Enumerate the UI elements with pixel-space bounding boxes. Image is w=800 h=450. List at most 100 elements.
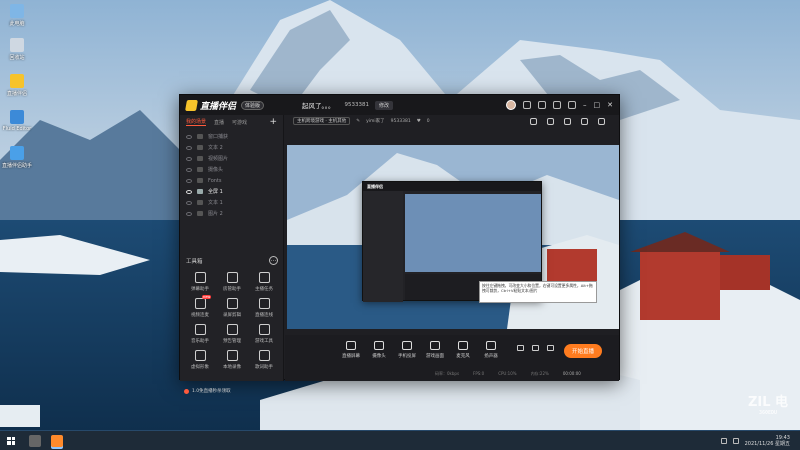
eye-icon[interactable] bbox=[186, 156, 192, 161]
live-companion-taskbar-icon[interactable] bbox=[51, 434, 63, 447]
eye-icon[interactable] bbox=[186, 167, 192, 172]
speaker-icon bbox=[486, 341, 496, 350]
list-item[interactable]: 视频图片 bbox=[180, 153, 283, 164]
list-item[interactable]: 文本 1 bbox=[180, 197, 283, 208]
eye-icon[interactable] bbox=[186, 134, 192, 139]
speaker-button[interactable]: 扬声器 bbox=[477, 341, 505, 359]
game-capture-button[interactable]: 游戏画面 bbox=[421, 341, 449, 359]
settings-icon[interactable] bbox=[538, 101, 546, 109]
main-area: 主机跨境游戏 · 主机其他 ✎ yimi家了 9533381 ♥ 0 直播伴侣 … bbox=[285, 115, 619, 381]
calendar-icon bbox=[226, 324, 238, 335]
eye-icon[interactable] bbox=[186, 145, 192, 150]
record-icon bbox=[226, 350, 238, 361]
tool-live-connect[interactable]: 直播连线 bbox=[248, 298, 280, 318]
add-scene-icon[interactable]: + bbox=[269, 117, 277, 127]
eye-icon[interactable] bbox=[186, 200, 192, 205]
desktop-icon-fluid-editor[interactable]: Fluid Editor bbox=[2, 110, 32, 132]
maximize-icon[interactable]: □ bbox=[594, 101, 601, 109]
desktop-icon-live-companion[interactable]: 直播伴侣 bbox=[2, 74, 32, 97]
bell-icon[interactable] bbox=[581, 117, 588, 125]
list-item[interactable]: 文本 2 bbox=[180, 142, 283, 153]
menu-icon[interactable] bbox=[568, 101, 576, 109]
edit-icon[interactable]: ✎ bbox=[356, 119, 360, 124]
desktop-icon-recycle-bin[interactable]: 回收站 bbox=[2, 38, 32, 61]
phone-cast-icon bbox=[402, 341, 412, 350]
message-icon[interactable] bbox=[523, 101, 531, 109]
logo-icon bbox=[185, 99, 198, 111]
sidebar-footer[interactable]: 1.0免直播秒杀领取 bbox=[184, 388, 231, 394]
tool-room-manager[interactable]: 房管助手 bbox=[216, 272, 248, 292]
toolbox-header: 工具箱 … bbox=[186, 256, 278, 265]
share-icon[interactable] bbox=[564, 117, 571, 125]
list-item[interactable]: 摄像头 bbox=[180, 164, 283, 175]
mic-icon bbox=[458, 341, 468, 350]
tool-anchor-task[interactable]: 主播任务 bbox=[248, 272, 280, 292]
settings-icon[interactable] bbox=[598, 117, 605, 125]
title-bar[interactable]: 直播伴侣 体验版 起风了。。。 9533381 修改 – □ ✕ bbox=[180, 95, 619, 115]
video-icon[interactable] bbox=[517, 345, 524, 351]
close-icon[interactable]: ✕ bbox=[607, 101, 613, 109]
eye-icon[interactable] bbox=[186, 211, 192, 216]
task-icon bbox=[258, 272, 270, 283]
like-count: 0 bbox=[426, 118, 430, 124]
eye-icon[interactable] bbox=[186, 178, 192, 183]
tool-schedule[interactable]: 预告管理 bbox=[216, 324, 248, 344]
toolbox-title: 工具箱 bbox=[186, 258, 203, 265]
tool-barrage-assistant[interactable]: 弹幕助手 bbox=[184, 272, 216, 292]
record-icon[interactable] bbox=[532, 345, 539, 351]
windows-start-icon[interactable] bbox=[7, 436, 15, 445]
camera-button[interactable]: 摄像头 bbox=[365, 341, 393, 359]
desktop-icon-assistant[interactable]: 直播伴侣助手 bbox=[2, 146, 32, 169]
category-tag[interactable]: 主机跨境游戏 · 主机其他 bbox=[293, 117, 351, 125]
tab-my-scenes[interactable]: 我的场景 bbox=[186, 118, 207, 126]
source-icon bbox=[197, 211, 203, 216]
clock[interactable]: 19:43 2021/11/26 星期五 bbox=[745, 435, 790, 447]
network-icon[interactable] bbox=[720, 437, 727, 444]
list-item[interactable]: 窗口捕获 bbox=[180, 131, 283, 142]
microphone-button[interactable]: 麦克风 bbox=[449, 341, 477, 359]
file-explorer-icon[interactable] bbox=[29, 434, 41, 447]
play-icon bbox=[430, 341, 440, 350]
minimize-icon[interactable]: – bbox=[583, 101, 587, 109]
app-name: 直播伴侣 bbox=[200, 101, 237, 112]
mail-icon[interactable] bbox=[553, 101, 561, 109]
tool-screen-clip[interactable]: 录屏剪辑 bbox=[216, 298, 248, 318]
settings-icon[interactable] bbox=[547, 345, 554, 351]
avatar[interactable] bbox=[506, 100, 516, 110]
list-item[interactable]: 图片 2 bbox=[180, 208, 283, 219]
anchor-id: 9533381 bbox=[390, 118, 411, 124]
tab-live[interactable]: 直播 bbox=[214, 119, 224, 126]
app-shortcut-icon bbox=[10, 74, 24, 88]
list-item[interactable]: Fonts bbox=[180, 175, 283, 186]
tool-virtual-avatar[interactable]: 虚拟形象 bbox=[184, 350, 216, 370]
recycle-bin-icon bbox=[10, 38, 24, 52]
tool-local-record[interactable]: 本地录像 bbox=[216, 350, 248, 370]
desktop-icon-computer[interactable]: 此电脑 bbox=[2, 4, 32, 27]
phone-cast-button[interactable]: 手机投屏 bbox=[393, 341, 421, 359]
start-live-button[interactable]: 开始直播 bbox=[564, 344, 603, 358]
tool-game[interactable]: 游戏工具 bbox=[248, 324, 280, 344]
taskbar: 19:43 2021/11/26 星期五 bbox=[0, 431, 800, 450]
system-tray: 19:43 2021/11/26 星期五 bbox=[720, 435, 790, 447]
tool-lyrics[interactable]: 歌词助手 bbox=[248, 350, 280, 370]
list-item[interactable]: 全屏 1 bbox=[180, 186, 283, 197]
gift-icon[interactable] bbox=[530, 117, 537, 125]
scene-list: 窗口捕获 文本 2 视频图片 摄像头 Fonts 全屏 1 文本 1 图片 2 bbox=[180, 129, 283, 219]
room-title[interactable]: 起风了。。。 bbox=[302, 100, 335, 110]
edit-room-button[interactable]: 修改 bbox=[375, 100, 394, 110]
live-preview[interactable]: 直播伴侣 按住左键拖拽，可改变大小和位置，右键可设置更多属性，Alt+拖拽可裁剪… bbox=[287, 145, 619, 329]
camera-icon bbox=[374, 341, 384, 350]
screen-capture-button[interactable]: 直播屏幕 bbox=[337, 341, 365, 359]
volume-icon[interactable] bbox=[732, 437, 739, 444]
tool-music[interactable]: 音乐助手 bbox=[184, 324, 216, 344]
anchor-name: yimi家了 bbox=[366, 119, 385, 124]
version-badge[interactable]: 体验版 bbox=[241, 100, 265, 110]
watermark-logo: ZIL 电 360EDU bbox=[747, 395, 789, 416]
lock-icon[interactable] bbox=[547, 117, 554, 125]
more-icon[interactable]: … bbox=[269, 256, 278, 265]
game-icon bbox=[258, 324, 270, 335]
tab-games[interactable]: 可游戏 bbox=[232, 119, 247, 126]
app-logo: 直播伴侣 bbox=[185, 99, 237, 112]
tool-video-link[interactable]: new 视频连麦 bbox=[184, 295, 216, 318]
eye-icon[interactable] bbox=[186, 189, 192, 194]
